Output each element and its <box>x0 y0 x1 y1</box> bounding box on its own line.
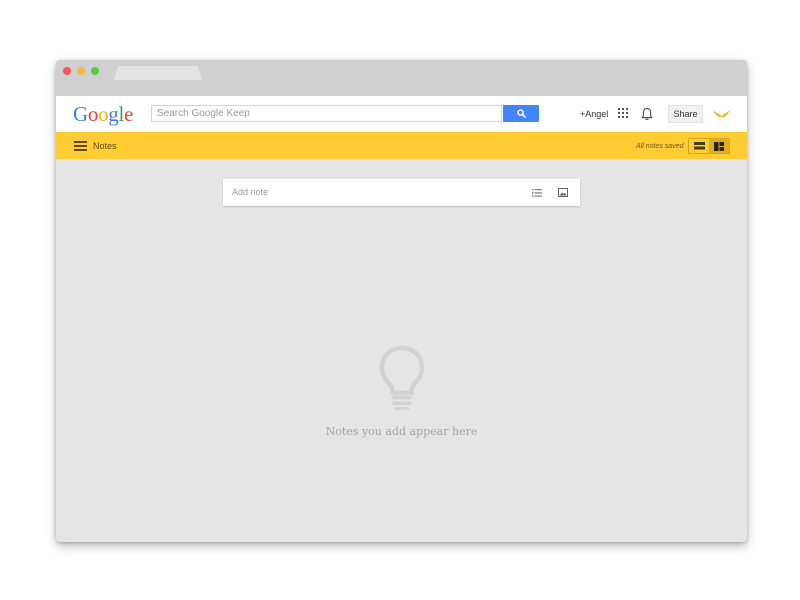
notifications-bell-icon[interactable] <box>641 107 653 121</box>
empty-state-message: Notes you add appear here <box>325 425 478 438</box>
close-window-button[interactable] <box>63 67 71 75</box>
keep-toolbar: Notes All notes saved <box>56 132 747 159</box>
google-logo[interactable]: Google <box>73 103 133 125</box>
browser-tab[interactable] <box>114 66 202 80</box>
list-view-icon <box>693 142 705 150</box>
add-note-placeholder: Add note <box>232 187 269 197</box>
search-input[interactable] <box>151 105 502 122</box>
user-profile-link[interactable]: +Angel <box>580 109 608 119</box>
save-status-text: All notes saved <box>636 143 684 150</box>
add-image-icon[interactable] <box>558 188 568 197</box>
grid-view-icon <box>714 141 724 151</box>
list-view-button[interactable] <box>689 139 709 153</box>
add-note-input[interactable]: Add note <box>223 179 580 206</box>
search-icon <box>516 109 526 118</box>
search-button[interactable] <box>503 105 539 122</box>
apps-grid-icon[interactable] <box>618 108 628 118</box>
browser-titlebar <box>56 60 747 96</box>
new-list-icon[interactable] <box>532 189 542 197</box>
maximize-window-button[interactable] <box>91 67 99 75</box>
minimize-window-button[interactable] <box>77 67 85 75</box>
browser-window: Google +Angel Share Notes All note <box>56 60 747 542</box>
lightbulb-icon <box>379 345 425 410</box>
grid-view-button[interactable] <box>709 139 729 153</box>
top-header: Google +Angel Share <box>56 96 747 132</box>
hamburger-menu-icon[interactable] <box>74 141 87 151</box>
view-mode-toggle <box>688 138 730 154</box>
wings-avatar-icon[interactable] <box>712 109 731 119</box>
share-button[interactable]: Share <box>668 105 703 123</box>
section-title: Notes <box>93 141 117 151</box>
